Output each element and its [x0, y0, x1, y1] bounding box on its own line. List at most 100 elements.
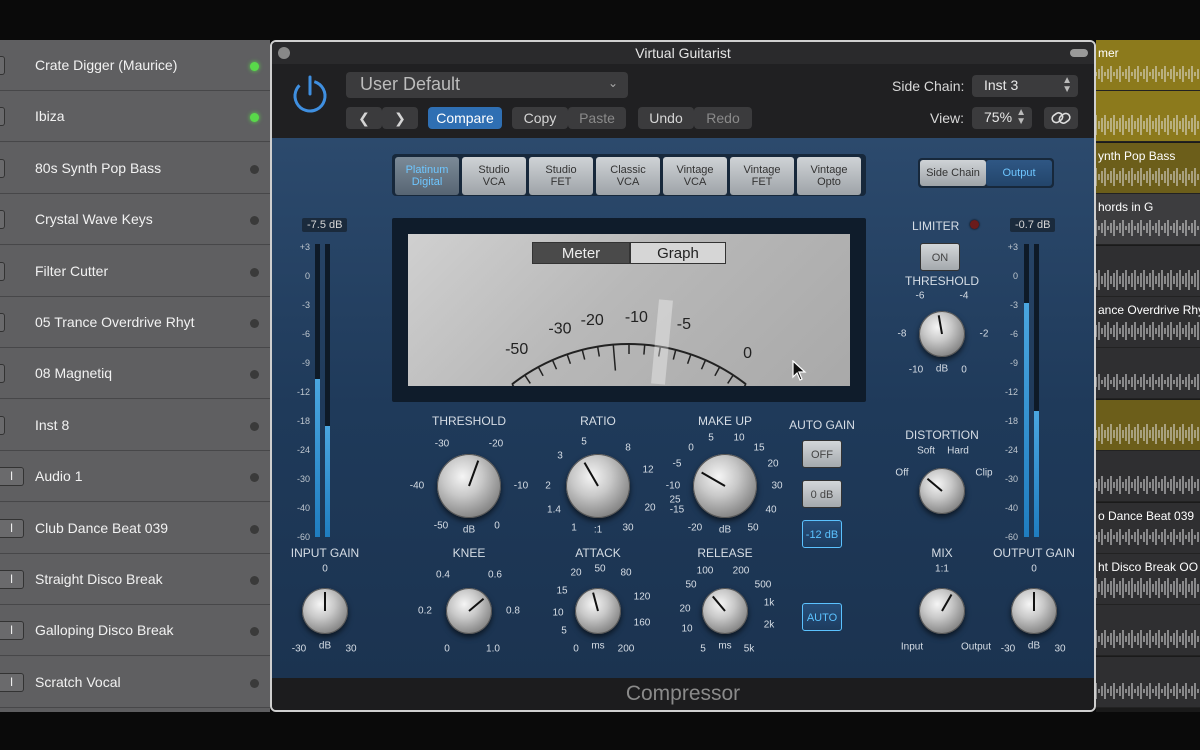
view-zoom-selector[interactable]: 75% ▲ ▼ — [972, 107, 1032, 129]
track-row[interactable]: Filter Cutter — [0, 245, 270, 297]
link-button[interactable] — [1044, 107, 1078, 129]
track-edge-handle[interactable] — [0, 261, 5, 281]
preset-selector[interactable]: User Default ⌄ — [346, 72, 628, 98]
compare-button[interactable]: Compare — [428, 107, 502, 129]
input-monitor-button[interactable]: I — [0, 518, 24, 538]
track-row[interactable]: 05 Trance Overdrive Rhyt — [0, 297, 270, 348]
makeup-tick-label: 50 — [747, 522, 759, 534]
circuit-model-button[interactable]: Platinum Digital — [395, 157, 459, 195]
output-gain-tick-label: 0 — [1031, 563, 1037, 575]
auto-gain-0db-button[interactable]: 0 dB — [802, 480, 842, 508]
output-gain-knob[interactable] — [1011, 588, 1057, 634]
power-icon[interactable] — [290, 74, 330, 114]
region-lane[interactable]: o Dance Beat 039 — [1096, 502, 1200, 554]
circuit-model-line1: Platinum — [405, 164, 449, 176]
attack-tick-label: 5 — [561, 625, 567, 637]
track-row[interactable]: I Galloping Disco Break — [0, 605, 270, 657]
track-row[interactable]: I Audio 1 — [0, 451, 270, 503]
next-preset-button[interactable]: ❯ — [382, 107, 418, 129]
track-activity-indicator — [250, 164, 259, 174]
ratio-knob[interactable] — [566, 454, 630, 518]
waveform-path — [1096, 66, 1199, 82]
sidechain-selector[interactable]: Inst 3 ▲ ▼ — [972, 75, 1078, 97]
track-row[interactable]: I Scratch Vocal — [0, 656, 270, 708]
region-lane[interactable] — [1096, 399, 1200, 451]
mix-knob[interactable] — [919, 588, 965, 634]
region-lane[interactable]: ynth Pop Bass — [1096, 142, 1200, 194]
region-lane[interactable] — [1096, 451, 1200, 503]
ratio-unit: :1 — [593, 524, 603, 536]
copy-button[interactable]: Copy — [512, 107, 568, 129]
circuit-model-button[interactable]: Studio FET — [529, 157, 593, 195]
region-lane[interactable] — [1096, 605, 1200, 657]
auto-gain-off-button[interactable]: OFF — [802, 440, 842, 468]
chevron-right-icon: ❯ — [394, 110, 406, 126]
track-row[interactable]: I Straight Disco Break — [0, 554, 270, 605]
track-name: Ibiza — [35, 108, 65, 125]
input-monitor-button[interactable]: I — [0, 570, 24, 589]
track-activity-indicator — [250, 267, 259, 277]
side-chain-button[interactable]: Side Chain — [920, 160, 986, 186]
region-lane[interactable]: ht Disco Break OO — [1096, 554, 1200, 605]
threshold-tick-label: -30 — [434, 438, 450, 450]
circuit-model-button[interactable]: Classic VCA — [596, 157, 660, 195]
circuit-model-line2: Opto — [817, 176, 841, 188]
track-edge-handle[interactable] — [0, 313, 5, 332]
circuit-model-line2: VCA — [482, 176, 506, 188]
input-monitor-button[interactable]: I — [0, 621, 24, 641]
region-lane[interactable] — [1096, 656, 1200, 708]
meter-scale-tick: -6 — [301, 329, 310, 339]
region-lane[interactable]: hords in G — [1096, 194, 1200, 246]
input-gain-knob[interactable] — [302, 588, 348, 634]
vu-scale-label: 0 — [743, 345, 752, 362]
circuit-model-line1: Vintage — [676, 164, 714, 176]
track-edge-handle[interactable] — [0, 210, 5, 230]
release-knob[interactable] — [702, 588, 748, 634]
undo-button[interactable]: Undo — [638, 107, 694, 129]
output-button[interactable]: Output — [986, 160, 1052, 186]
circuit-model-button[interactable]: Studio VCA — [462, 157, 526, 195]
attack-label: ATTACK — [575, 546, 621, 560]
knee-tick-label: 0.6 — [488, 569, 502, 581]
redo-button[interactable]: Redo — [694, 107, 752, 129]
distortion-knob[interactable] — [919, 468, 965, 514]
resize-toggle-button[interactable] — [1070, 49, 1088, 57]
auto-release-button[interactable]: AUTO — [802, 603, 842, 631]
region-lane[interactable] — [1096, 245, 1200, 297]
track-row[interactable]: Crystal Wave Keys — [0, 194, 270, 246]
previous-preset-button[interactable]: ❮ — [346, 107, 382, 129]
region-label: ance Overdrive Rhy — [1098, 303, 1200, 317]
region-lane[interactable] — [1096, 91, 1200, 143]
track-edge-handle[interactable] — [0, 56, 5, 75]
attack-knob[interactable] — [575, 588, 621, 634]
region-lane[interactable]: mer — [1096, 40, 1200, 91]
input-monitor-button[interactable]: I — [0, 467, 24, 487]
limiter-threshold-knob[interactable] — [919, 311, 965, 357]
makeup-knob[interactable] — [693, 454, 757, 518]
circuit-model-button[interactable]: Vintage VCA — [663, 157, 727, 195]
track-edge-handle[interactable] — [0, 107, 5, 127]
track-row[interactable]: 80s Synth Pop Bass — [0, 142, 270, 194]
limiter-on-button[interactable]: ON — [920, 243, 960, 271]
track-edge-handle[interactable] — [0, 158, 5, 178]
circuit-model-button[interactable]: Vintage FET — [730, 157, 794, 195]
track-edge-handle[interactable] — [0, 364, 5, 384]
knee-knob[interactable] — [446, 588, 492, 634]
track-row[interactable]: I Club Dance Beat 039 — [0, 502, 270, 554]
track-row[interactable]: Ibiza — [0, 91, 270, 143]
threshold-knob[interactable] — [437, 454, 501, 518]
distortion-label: DISTORTION — [905, 428, 979, 442]
plugin-titlebar[interactable]: Virtual Guitarist — [272, 42, 1094, 64]
track-row[interactable]: 08 Magnetiq — [0, 348, 270, 400]
region-lane[interactable] — [1096, 348, 1200, 400]
track-row[interactable]: Inst 8 — [0, 399, 270, 451]
paste-button[interactable]: Paste — [568, 107, 626, 129]
region-lane[interactable]: ance Overdrive Rhy — [1096, 297, 1200, 348]
input-monitor-button[interactable]: I — [0, 672, 24, 692]
track-edge-handle[interactable] — [0, 415, 5, 435]
release-tick-label: 2k — [763, 619, 775, 631]
circuit-model-button[interactable]: Vintage Opto — [797, 157, 861, 195]
auto-gain-minus12-button[interactable]: -12 dB — [802, 520, 842, 548]
track-row[interactable]: Crate Digger (Maurice) — [0, 40, 270, 91]
waveform — [1096, 528, 1199, 545]
